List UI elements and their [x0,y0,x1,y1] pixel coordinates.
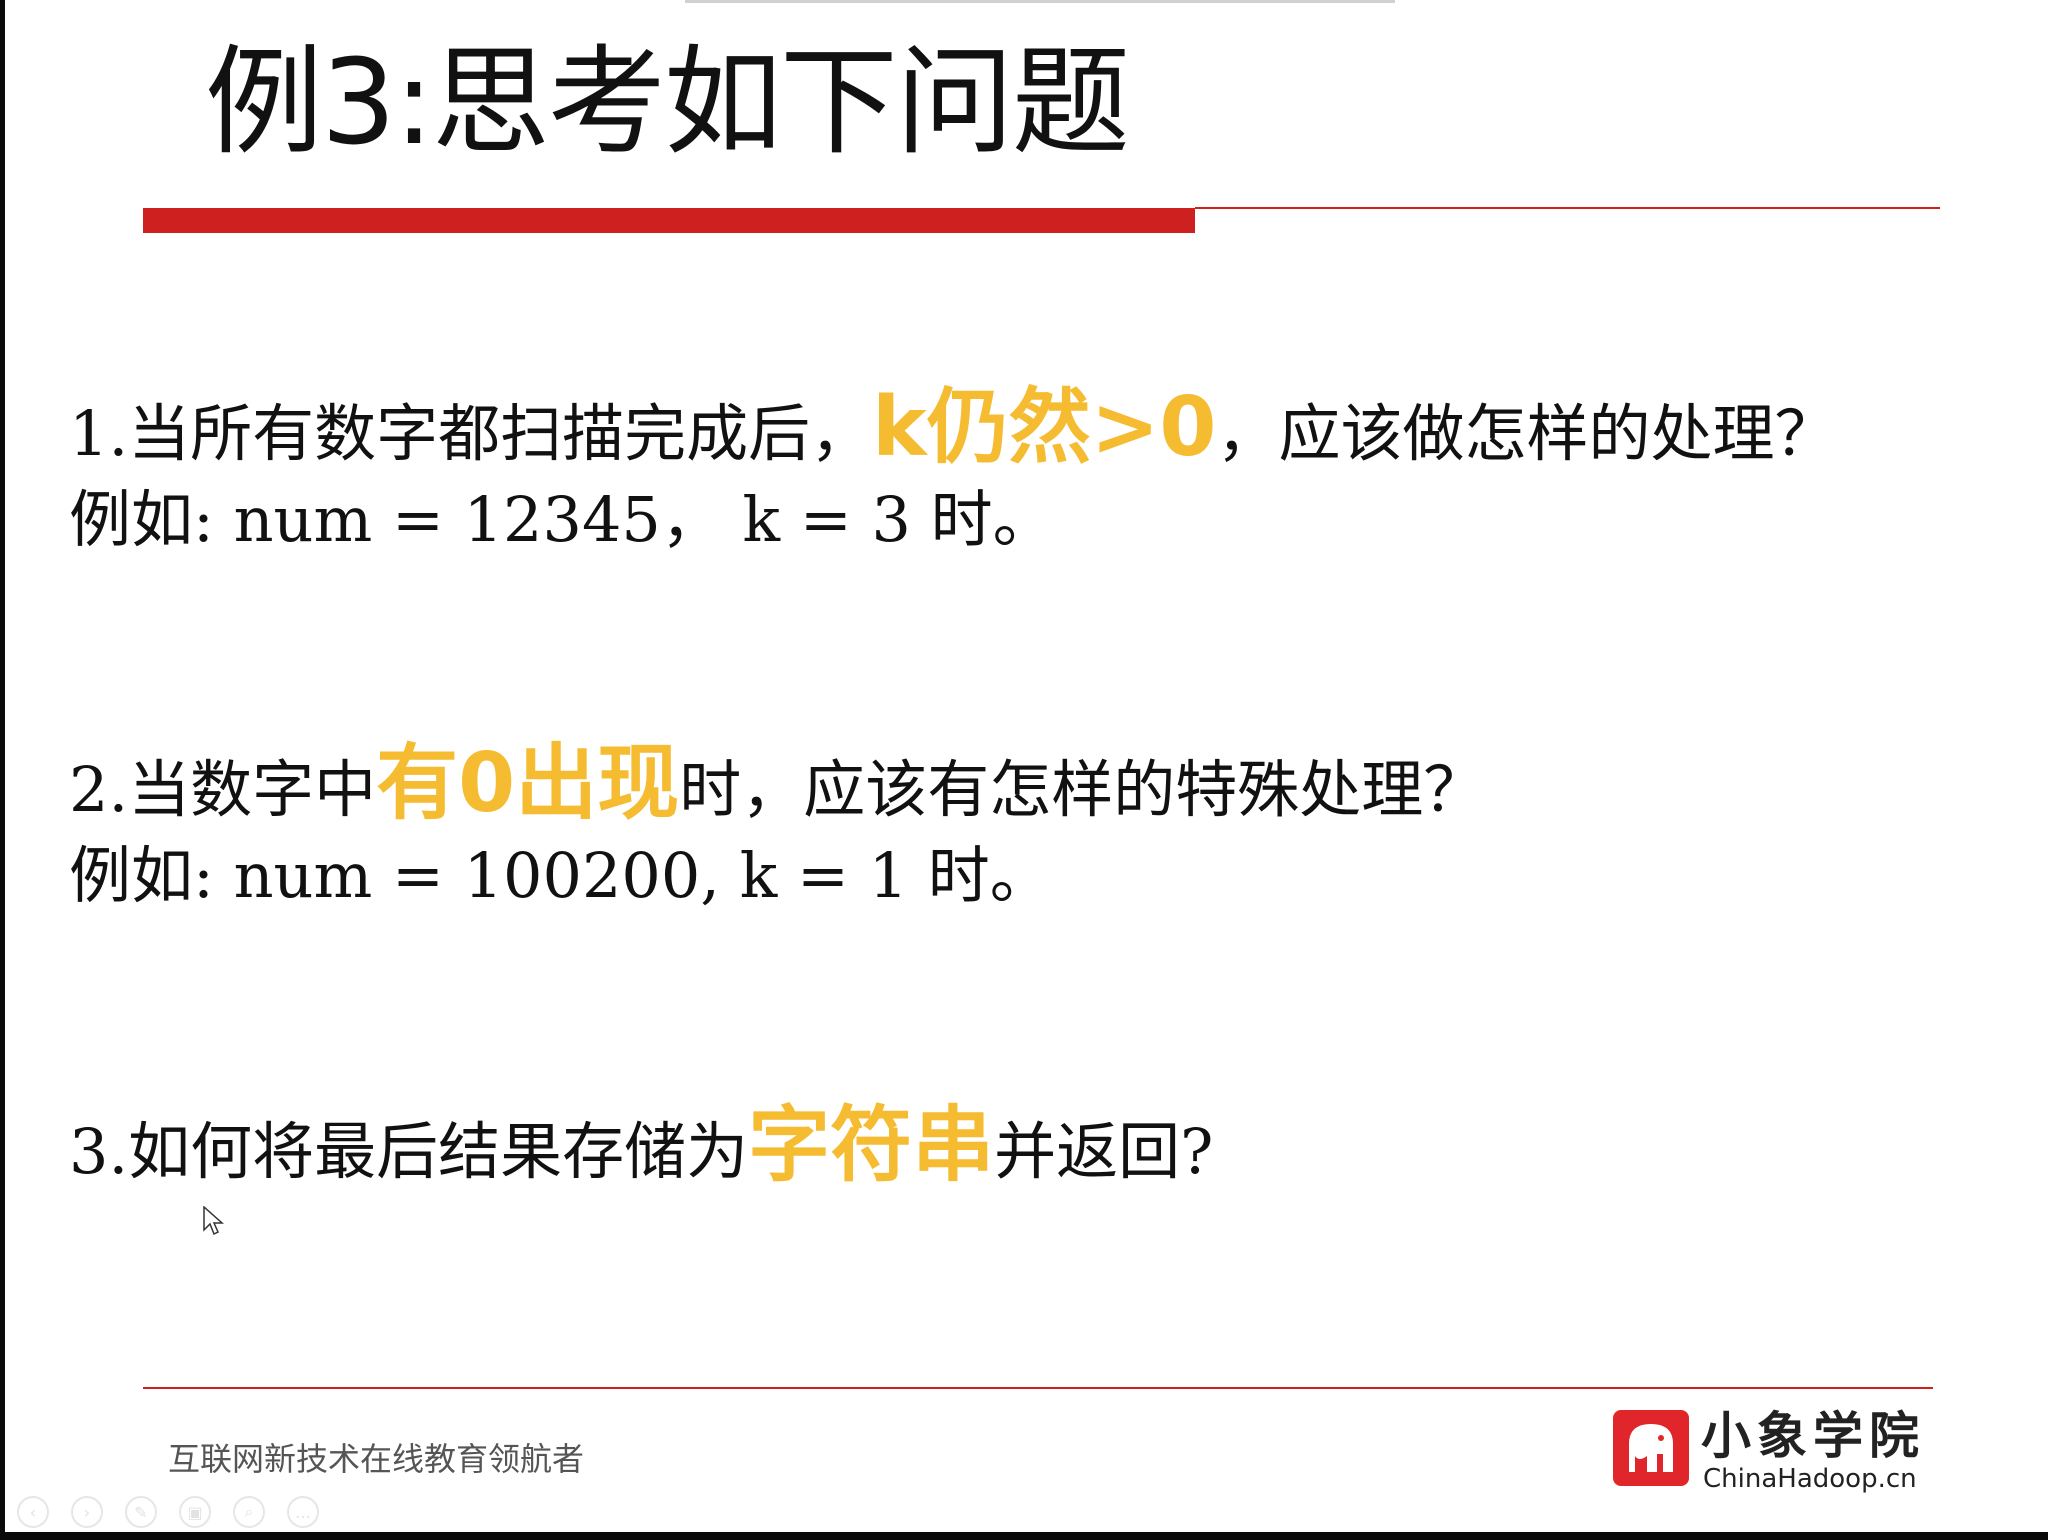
question-2-highlight: 有0出现 [376,736,680,831]
slide-title: 例3:思考如下问题 [205,33,1130,171]
question-3-text-end: 并返回? [994,1115,1214,1188]
pen-icon[interactable]: ✎ [125,1496,157,1528]
footer-divider [143,1387,1933,1389]
question-1-line-1: 1.当所有数字都扫描完成后，k仍然>0，应该做怎样的处理？ [69,387,1837,474]
logo-domain: ChinaHadoop.cn [1703,1464,1917,1494]
slides-icon[interactable]: ▣ [179,1496,211,1528]
top-strip [685,0,1395,3]
title-underline-thin [1195,207,1940,209]
elephant-logo-icon [1613,1410,1689,1486]
footer-slogan: 互联网新技术在线教育领航者 [168,1440,585,1478]
screen-bottom-bar [0,1532,2048,1540]
more-icon[interactable]: … [287,1496,319,1528]
next-icon[interactable]: › [71,1496,103,1528]
slideshow-toolbar: ‹ › ✎ ▣ ⌕ … [17,1496,319,1530]
logo-name: 小象学院 [1701,1407,1925,1465]
question-1-example: 例如: num = 12345， k = 3 时。 [69,483,1055,556]
question-1-text-end: ，应该做怎样的处理？ [1216,397,1837,470]
question-3-line-1: 3.如何将最后结果存储为字符串并返回? [69,1105,1214,1192]
question-3-highlight: 字符串 [748,1098,995,1193]
question-3-text: 3.如何将最后结果存储为 [69,1115,749,1188]
question-2-text-end: 时，应该有怎样的特殊处理？ [679,753,1486,826]
title-underline-thick [143,208,1195,233]
question-1-highlight: k仍然>0 [872,380,1217,475]
mouse-cursor-icon [203,1206,224,1236]
slide: 例3:思考如下问题 1.当所有数字都扫描完成后，k仍然>0，应该做怎样的处理？ … [5,0,2048,1532]
question-2-text: 2.当数字中 [69,753,377,826]
question-1-text: 1.当所有数字都扫描完成后， [69,397,873,470]
previous-icon[interactable]: ‹ [17,1496,49,1528]
zoom-icon[interactable]: ⌕ [233,1496,265,1528]
question-2-line-1: 2.当数字中有0出现时，应该有怎样的特殊处理？ [69,743,1486,830]
question-2-example: 例如: num = 100200, k = 1 时。 [69,839,1052,912]
